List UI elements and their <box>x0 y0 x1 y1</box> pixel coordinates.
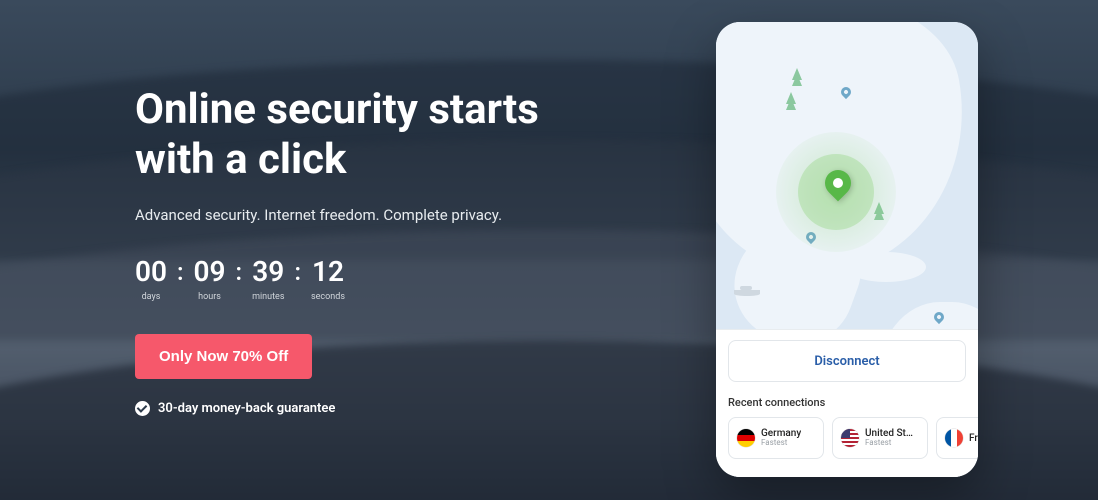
tree-icon <box>792 68 802 80</box>
connection-panel: Disconnect Recent connections Germany Fa… <box>716 329 978 477</box>
countdown-seconds-label: seconds <box>311 292 345 302</box>
countdown-minutes-label: minutes <box>252 292 284 302</box>
boat-icon <box>734 290 760 296</box>
hero-title: Online security starts with a click <box>135 85 615 184</box>
connection-item-germany[interactable]: Germany Fastest <box>728 417 824 459</box>
flag-united-states-icon <box>841 429 859 447</box>
connection-sub: Fastest <box>761 439 801 448</box>
connection-name: Fra <box>969 433 978 444</box>
guarantee-row: 30-day money-back guarantee <box>135 401 615 416</box>
hero-subtitle: Advanced security. Internet freedom. Com… <box>135 206 615 224</box>
connection-sub: Fastest <box>865 439 913 448</box>
countdown-hours: 09 hours <box>194 258 226 302</box>
countdown-seconds-value: 12 <box>312 258 344 286</box>
countdown-seconds: 12 seconds <box>311 258 345 302</box>
hero-section: Online security starts with a click Adva… <box>135 85 615 416</box>
cta-button[interactable]: Only Now 70% Off <box>135 334 312 379</box>
recent-connections-row: Germany Fastest United St… Fastest Fra <box>728 417 966 459</box>
flag-germany-icon <box>737 429 755 447</box>
countdown-minutes: 39 minutes <box>252 258 284 302</box>
disconnect-button[interactable]: Disconnect <box>728 340 966 382</box>
recent-connections-label: Recent connections <box>728 396 966 409</box>
countdown-minutes-value: 39 <box>252 258 284 286</box>
connection-item-united-states[interactable]: United St… Fastest <box>832 417 928 459</box>
tree-icon <box>786 92 796 104</box>
countdown-days-label: days <box>142 292 161 302</box>
phone-mock: Disconnect Recent connections Germany Fa… <box>716 22 978 477</box>
guarantee-text: 30-day money-back guarantee <box>158 401 335 416</box>
flag-france-icon <box>945 429 963 447</box>
countdown-hours-label: hours <box>198 292 221 302</box>
countdown-hours-value: 09 <box>194 258 226 286</box>
countdown-separator: : <box>177 258 184 284</box>
connection-item-france[interactable]: Fra <box>936 417 978 459</box>
countdown-days: 00 days <box>135 258 167 302</box>
countdown-days-value: 00 <box>135 258 167 286</box>
countdown-separator: : <box>236 258 243 284</box>
countdown-separator: : <box>294 258 301 284</box>
countdown-timer: 00 days : 09 hours : 39 minutes : 12 sec… <box>135 258 615 302</box>
map-land <box>846 252 926 282</box>
check-circle-icon <box>135 401 150 416</box>
